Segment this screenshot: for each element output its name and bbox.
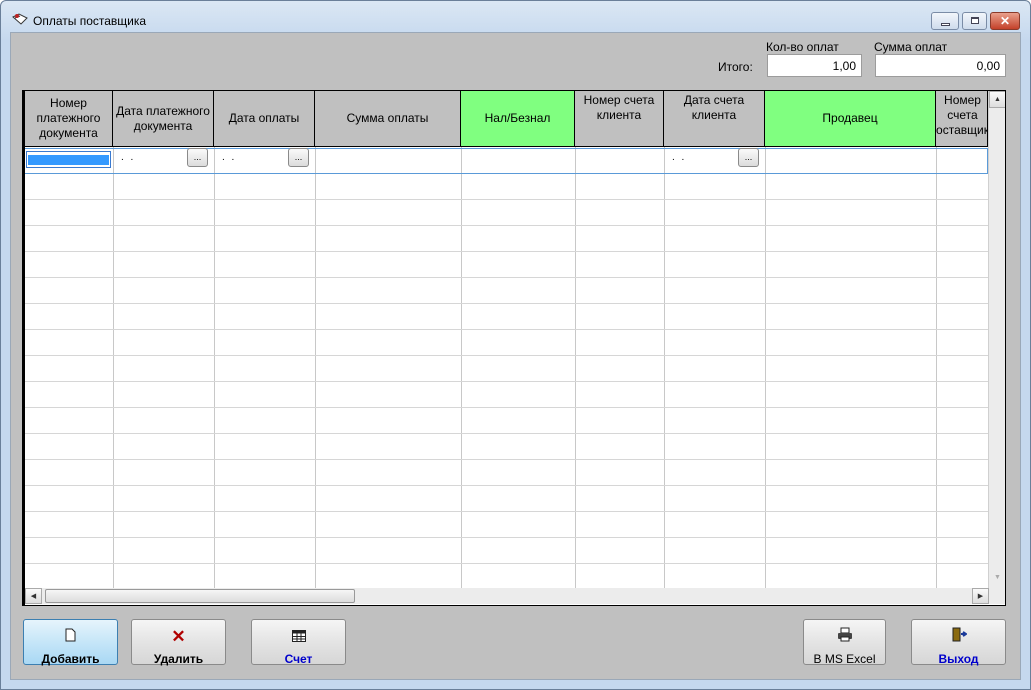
add-button[interactable]: Добавить xyxy=(23,619,118,666)
exit-door-icon xyxy=(912,626,1005,648)
payments-grid[interactable]: Номер платежного документа Дата платежно… xyxy=(22,90,1006,606)
payment-date-value[interactable]: . . xyxy=(222,152,236,163)
column-divider xyxy=(315,147,316,588)
table-row[interactable] xyxy=(25,303,988,304)
column-divider xyxy=(765,147,766,588)
col-header-cash-noncash[interactable]: Нал/Безнал xyxy=(461,91,575,147)
table-row[interactable] xyxy=(25,381,988,382)
table-row[interactable] xyxy=(25,355,988,356)
window-title: Оплаты поставщика xyxy=(33,14,147,28)
table-row[interactable] xyxy=(25,407,988,408)
table-row[interactable] xyxy=(25,537,988,538)
table-row[interactable] xyxy=(25,251,988,252)
scroll-right-arrow-icon[interactable]: ▶ xyxy=(972,588,989,604)
table-row[interactable] xyxy=(25,459,988,460)
column-divider xyxy=(575,147,576,588)
horizontal-scroll-thumb[interactable] xyxy=(45,589,355,603)
delete-x-icon: ✕ xyxy=(171,627,186,646)
table-icon xyxy=(252,626,345,648)
table-row[interactable] xyxy=(25,485,988,486)
vertical-scrollbar[interactable]: ▲ ▼ xyxy=(988,91,1005,588)
doc-number-cell-editor[interactable] xyxy=(26,151,111,168)
col-header-supplier-invoice-number[interactable]: Номер счета оставщик xyxy=(936,91,988,147)
invoice-button-label: Счет xyxy=(284,652,313,666)
table-row[interactable] xyxy=(25,511,988,512)
col-header-doc-number[interactable]: Номер платежного документа xyxy=(25,91,113,147)
column-divider xyxy=(664,147,665,588)
minimize-button[interactable] xyxy=(931,12,959,30)
payment-date-picker-button[interactable]: ... xyxy=(288,148,309,167)
payments-app-icon xyxy=(12,13,28,25)
scroll-left-arrow-icon[interactable]: ◀ xyxy=(25,588,42,604)
sum-label: Сумма оплат xyxy=(874,40,948,54)
column-divider xyxy=(113,147,114,588)
doc-date-value[interactable]: . . xyxy=(121,152,135,163)
table-row[interactable] xyxy=(25,563,988,564)
horizontal-scrollbar[interactable]: ◀ ▶ xyxy=(25,588,1005,604)
col-header-seller[interactable]: Продавец xyxy=(765,91,936,147)
invoice-button[interactable]: Счет xyxy=(251,619,346,666)
sum-field: 0,00 xyxy=(875,54,1006,77)
scroll-up-arrow-icon[interactable]: ▲ xyxy=(989,91,1005,108)
exit-button-label: Выход xyxy=(938,652,979,666)
count-label: Кол-во оплат xyxy=(766,40,839,54)
col-header-client-invoice-number[interactable]: Номер счета клиента xyxy=(575,91,664,147)
delete-button[interactable]: ✕ Удалить xyxy=(131,619,226,666)
column-divider xyxy=(214,147,215,588)
col-header-payment-sum[interactable]: Сумма оплаты xyxy=(315,91,461,147)
exit-button[interactable]: Выход xyxy=(911,619,1006,666)
maximize-button[interactable] xyxy=(962,12,987,30)
close-button[interactable]: ✕ xyxy=(990,12,1020,30)
doc-date-picker-button[interactable]: ... xyxy=(187,148,208,167)
column-divider xyxy=(936,147,937,588)
close-icon: ✕ xyxy=(999,14,1011,28)
new-document-icon xyxy=(24,626,117,648)
table-row-selected[interactable] xyxy=(25,148,988,174)
itogo-label: Итого: xyxy=(718,60,753,74)
scroll-down-arrow-icon[interactable]: ▼ xyxy=(989,570,1005,587)
printer-icon xyxy=(804,626,885,648)
table-row[interactable] xyxy=(25,277,988,278)
table-row[interactable] xyxy=(25,433,988,434)
table-row[interactable] xyxy=(25,225,988,226)
client-invoice-date-picker-button[interactable]: ... xyxy=(738,148,759,167)
client-invoice-date-value[interactable]: . . xyxy=(672,152,686,163)
table-row[interactable] xyxy=(25,329,988,330)
col-header-doc-date[interactable]: Дата платежного документа xyxy=(113,91,214,147)
delete-button-label: Удалить xyxy=(153,652,204,666)
table-row[interactable] xyxy=(25,199,988,200)
export-excel-button[interactable]: В MS Excel xyxy=(803,619,886,666)
add-button-label: Добавить xyxy=(41,652,100,666)
col-header-payment-date[interactable]: Дата оплаты xyxy=(214,91,315,147)
col-header-client-invoice-date[interactable]: Дата счета клиента xyxy=(664,91,765,147)
column-divider xyxy=(461,147,462,588)
export-excel-button-label: В MS Excel xyxy=(813,652,876,666)
count-field: 1,00 xyxy=(767,54,862,77)
